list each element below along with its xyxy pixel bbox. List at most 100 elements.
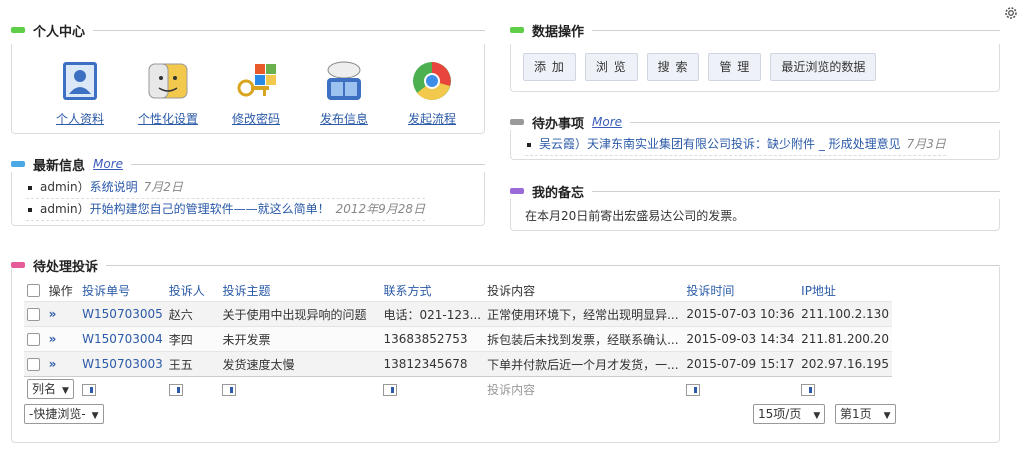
complaints-table: 操作 投诉单号 投诉人 投诉主题 联系方式 投诉内容 投诉时间 IP地址 » W… bbox=[24, 279, 892, 401]
row-checkbox[interactable] bbox=[27, 333, 40, 346]
todo-item-date: 7月3日 bbox=[906, 137, 946, 151]
complaint-contact: 电话：021-123... bbox=[380, 301, 485, 327]
row-action-icon[interactable]: » bbox=[49, 357, 57, 371]
complaint-id-link[interactable]: W150703005 bbox=[82, 307, 163, 321]
manage-button[interactable]: 管 理 bbox=[708, 53, 762, 81]
complaint-content: 下单并付款后近一个月才发货，一... bbox=[484, 351, 684, 377]
select-all-checkbox[interactable] bbox=[27, 284, 40, 297]
news-item-link[interactable]: 系统说明 bbox=[90, 180, 138, 194]
customize-shortcut[interactable]: 个性化设置 bbox=[124, 58, 212, 127]
news-author: admin） bbox=[40, 180, 90, 194]
chevron-down-icon: ▼ bbox=[813, 411, 821, 421]
page-size-select[interactable]: 15项/页 ▼ bbox=[753, 404, 826, 424]
table-row[interactable]: » W150703003 王五 发货速度太慢 13812345678 下单并付款… bbox=[24, 351, 892, 377]
filter-icon[interactable] bbox=[686, 383, 701, 396]
complaint-ip: 202.97.16.195 bbox=[798, 351, 892, 377]
filter-icon[interactable] bbox=[383, 383, 398, 396]
profile-icon bbox=[57, 58, 103, 104]
todo-item-link[interactable]: 吴云霞）天津东南实业集团有限公司投诉：缺少附件 _ 形成处理意见 bbox=[539, 137, 901, 151]
filter-icon[interactable] bbox=[82, 383, 97, 396]
filter-icon[interactable] bbox=[801, 383, 816, 396]
news-more-link[interactable]: More bbox=[93, 157, 123, 171]
blue-marker-icon bbox=[11, 161, 25, 167]
green-marker-icon bbox=[510, 27, 524, 33]
workflow-icon bbox=[409, 58, 455, 104]
complaint-ip: 211.100.2.130 bbox=[798, 301, 892, 327]
table-row[interactable]: » W150703005 赵六 关于使用中出现异响的问题 电话：021-123.… bbox=[24, 301, 892, 327]
workflow-shortcut[interactable]: 发起流程 bbox=[388, 58, 476, 127]
complaint-id-link[interactable]: W150703004 bbox=[82, 332, 163, 346]
panel-title: 最新信息 bbox=[33, 158, 86, 174]
filter-icon[interactable] bbox=[222, 383, 237, 396]
column-header[interactable]: 投诉时间 bbox=[683, 279, 798, 302]
panel-title: 数据操作 bbox=[532, 24, 585, 40]
column-header: 投诉内容 bbox=[487, 283, 536, 298]
panel-title: 待办事项 bbox=[532, 116, 585, 132]
complaint-ip: 211.81.200.20 bbox=[798, 326, 892, 352]
personal-center-panel: 个人中心 个人资料 个性化设置 修改密码 发布信息 发起流程 bbox=[11, 22, 485, 134]
complaint-person: 王五 bbox=[165, 351, 220, 377]
column-header[interactable]: 投诉人 bbox=[166, 279, 220, 302]
column-header[interactable]: 投诉单号 bbox=[79, 279, 166, 302]
complaint-time: 2015-07-03 10:36 bbox=[683, 301, 799, 327]
todo-more-link[interactable]: More bbox=[592, 115, 622, 129]
green-marker-icon bbox=[11, 27, 25, 33]
password-link[interactable]: 修改密码 bbox=[212, 110, 300, 127]
recent-data-button[interactable]: 最近浏览的数据 bbox=[770, 53, 877, 81]
add-button[interactable]: 添 加 bbox=[523, 53, 576, 81]
purple-marker-icon bbox=[510, 188, 524, 194]
pending-complaints-panel: 待处理投诉 操作 投诉单号 投诉人 投诉主题 联系方式 投诉内容 投诉时间 IP… bbox=[11, 257, 1000, 443]
panel-title: 个人中心 bbox=[33, 24, 86, 40]
row-action-icon[interactable]: » bbox=[49, 332, 57, 346]
customize-icon bbox=[145, 58, 191, 104]
row-checkbox[interactable] bbox=[27, 308, 40, 321]
page-number-select[interactable]: 第1页 ▼ bbox=[835, 404, 896, 424]
column-header[interactable]: 投诉主题 bbox=[219, 279, 380, 302]
news-author: admin） bbox=[40, 202, 90, 216]
data-operations-panel: 数据操作 添 加 浏 览 搜 索 管 理 最近浏览的数据 bbox=[510, 22, 1000, 92]
complaint-id-link[interactable]: W150703003 bbox=[82, 357, 163, 371]
complaint-person: 李四 bbox=[165, 326, 220, 352]
news-item-link[interactable]: 开始构建您自己的管理软件——就这么简单！ bbox=[90, 202, 330, 216]
browse-button[interactable]: 浏 览 bbox=[584, 53, 638, 81]
workflow-link[interactable]: 发起流程 bbox=[388, 110, 476, 127]
column-header: 操作 bbox=[48, 283, 73, 298]
list-item[interactable]: 吴云霞）天津东南实业集团有限公司投诉：缺少附件 _ 形成处理意见 7月3日 bbox=[525, 134, 946, 156]
complaint-subject: 未开发票 bbox=[219, 326, 381, 352]
chevron-down-icon: ▼ bbox=[91, 411, 99, 421]
filter-icon[interactable] bbox=[168, 383, 183, 396]
column-filter-select[interactable]: 列名 ▼ bbox=[27, 379, 74, 399]
publish-shortcut[interactable]: 发布信息 bbox=[300, 58, 388, 127]
row-checkbox[interactable] bbox=[27, 358, 40, 371]
panel-title: 我的备忘 bbox=[532, 185, 585, 201]
row-action-icon[interactable]: » bbox=[49, 307, 57, 321]
profile-link[interactable]: 个人资料 bbox=[36, 110, 124, 127]
customize-link[interactable]: 个性化设置 bbox=[124, 110, 212, 127]
search-button[interactable]: 搜 索 bbox=[646, 53, 700, 81]
table-row[interactable]: » W150703004 李四 未开发票 13683852753 拆包装后未找到… bbox=[24, 326, 892, 352]
publish-icon bbox=[321, 58, 367, 104]
complaint-contact: 13683852753 bbox=[380, 326, 485, 352]
memo-panel: 我的备忘 在本月20日前寄出宏盛易达公司的发票。 bbox=[510, 183, 1000, 231]
profile-shortcut[interactable]: 个人资料 bbox=[36, 58, 124, 127]
memo-text: 在本月20日前寄出宏盛易达公司的发票。 bbox=[525, 209, 745, 223]
list-item[interactable]: admin）系统说明 7月2日 bbox=[26, 177, 426, 199]
publish-link[interactable]: 发布信息 bbox=[300, 110, 388, 127]
list-item[interactable]: admin）开始构建您自己的管理软件——就这么简单！ 2012年9月28日 bbox=[26, 199, 426, 221]
password-shortcut[interactable]: 修改密码 bbox=[212, 58, 300, 127]
complaint-content: 正常使用环境下，经常出现明显异... bbox=[484, 301, 684, 327]
column-header[interactable]: 联系方式 bbox=[380, 279, 484, 302]
chevron-down-icon: ▼ bbox=[883, 411, 891, 421]
gray-marker-icon bbox=[510, 119, 524, 125]
complaint-contact: 13812345678 bbox=[380, 351, 485, 377]
complaint-content: 拆包装后未找到发票，经联系确认... bbox=[484, 326, 684, 352]
password-key-icon bbox=[233, 58, 279, 104]
quick-browse-select[interactable]: -快捷浏览- ▼ bbox=[24, 404, 104, 424]
news-item-date: 7月2日 bbox=[143, 180, 183, 194]
complaint-person: 赵六 bbox=[165, 301, 220, 327]
column-header[interactable]: IP地址 bbox=[798, 279, 892, 302]
complaint-time: 2015-09-03 14:34 bbox=[683, 326, 799, 352]
table-header-row: 操作 投诉单号 投诉人 投诉主题 联系方式 投诉内容 投诉时间 IP地址 bbox=[24, 279, 892, 302]
content-filter-placeholder[interactable]: 投诉内容 bbox=[484, 376, 684, 401]
settings-gear-icon[interactable] bbox=[1003, 5, 1019, 21]
